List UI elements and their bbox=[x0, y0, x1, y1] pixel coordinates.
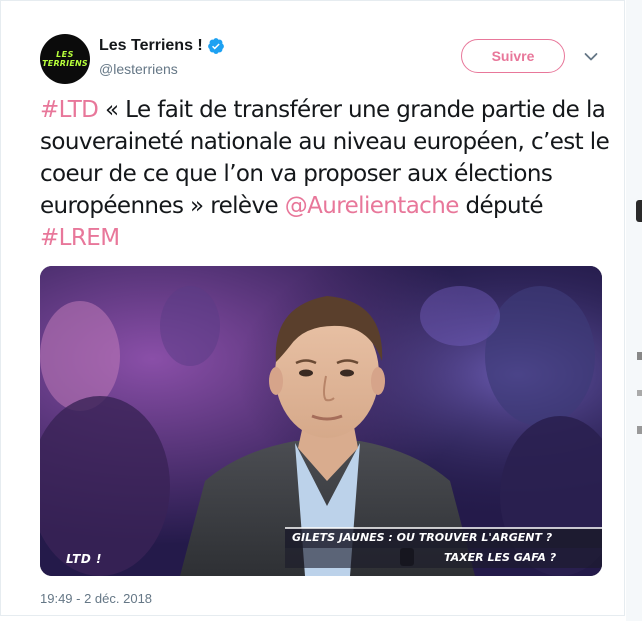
hashtag-ltd-link[interactable]: #LTD bbox=[40, 97, 99, 123]
background-fragment bbox=[637, 352, 642, 360]
follow-button[interactable]: Suivre bbox=[461, 39, 565, 73]
avatar-logo-line2: TERRIENS bbox=[42, 58, 88, 68]
page: LES TERRIENS Les Terriens ! @lesterriens… bbox=[0, 0, 642, 621]
background-strip bbox=[626, 0, 642, 621]
avatar-logo-line1: LES bbox=[56, 49, 74, 59]
hashtag-lrem-link[interactable]: #LREM bbox=[40, 225, 120, 251]
author-display-name[interactable]: Les Terriens ! bbox=[99, 37, 225, 55]
background-fragment bbox=[637, 426, 642, 434]
background-fragment bbox=[637, 390, 642, 396]
media-overlay-logo: LTD ! bbox=[66, 552, 102, 566]
media-banner-line2: TAXER LES GAFA ? bbox=[444, 551, 557, 564]
avatar[interactable]: LES TERRIENS bbox=[40, 34, 90, 84]
background-fragment bbox=[636, 200, 642, 222]
tweet-text: #LTD « Le fait de transférer une grande … bbox=[40, 94, 615, 254]
tweet-media-image[interactable]: LTD ! GILETS JAUNES : OU TROUVER L'ARGEN… bbox=[40, 266, 602, 576]
author-name-text[interactable]: Les Terriens ! bbox=[99, 37, 203, 55]
mention-aurelientache-link[interactable]: @Aurelientache bbox=[285, 193, 460, 219]
tweet-card: LES TERRIENS Les Terriens ! @lesterriens… bbox=[0, 0, 625, 616]
tweet-timestamp[interactable]: 19:49 - 2 déc. 2018 bbox=[40, 591, 152, 606]
tweet-middle-text: député bbox=[458, 193, 543, 219]
author-username[interactable]: @lesterriens bbox=[99, 61, 178, 77]
verified-badge-icon bbox=[207, 37, 225, 55]
media-photo bbox=[40, 266, 602, 576]
chevron-down-icon[interactable] bbox=[584, 49, 598, 61]
media-banner-line1: GILETS JAUNES : OU TROUVER L'ARGENT ? bbox=[292, 531, 553, 544]
